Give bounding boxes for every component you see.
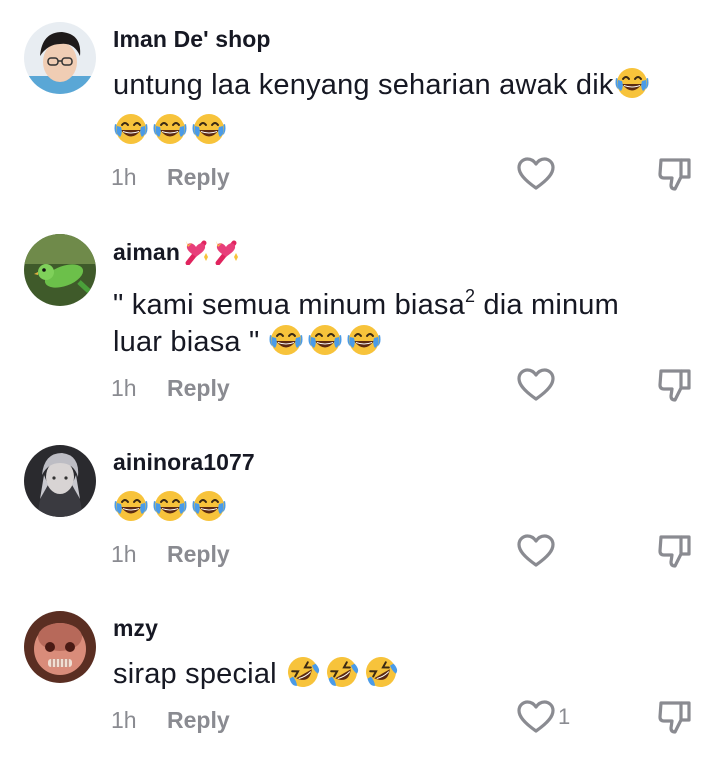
timestamp: 1h xyxy=(111,375,137,401)
thumbs-down-outline-icon[interactable] xyxy=(657,367,693,403)
reply-button[interactable]: Reply xyxy=(167,375,230,402)
username[interactable]: Iman De' shop xyxy=(113,26,271,53)
comment-text: luar biasa " xyxy=(113,319,385,365)
reply-button[interactable]: Reply xyxy=(167,707,230,734)
timestamp: 1h xyxy=(111,707,137,733)
rolling-on-floor-laughing-icon xyxy=(285,655,321,689)
comment-text: sirap special xyxy=(113,651,402,697)
reply-button[interactable]: Reply xyxy=(167,164,230,191)
comment-text-line: untung laa kenyang seharian awak dik xyxy=(113,69,614,101)
face-with-tears-of-joy-icon xyxy=(152,489,188,523)
timestamp: 1h xyxy=(111,164,137,190)
face-with-tears-of-joy-icon xyxy=(268,323,304,357)
username[interactable]: mzy xyxy=(113,615,158,642)
avatar[interactable] xyxy=(24,445,96,517)
username[interactable]: aiman xyxy=(113,237,240,266)
comment-text-line: " kami semua minum biasa xyxy=(113,289,465,321)
rolling-on-floor-laughing-icon xyxy=(324,655,360,689)
face-with-tears-of-joy-icon xyxy=(307,323,343,357)
timestamp: 1h xyxy=(111,541,137,567)
avatar[interactable] xyxy=(24,22,96,94)
comment-text-line: dia minum xyxy=(475,289,619,321)
avatar[interactable] xyxy=(24,234,96,306)
thumbs-down-outline-icon[interactable] xyxy=(657,533,693,569)
like-count: 1 xyxy=(558,704,571,729)
comment-text xyxy=(113,485,230,531)
comment-text: untung laa kenyang seharian awak dik xyxy=(113,62,653,108)
face-with-tears-of-joy-icon xyxy=(113,489,149,523)
face-with-tears-of-joy-icon xyxy=(346,323,382,357)
rolling-on-floor-laughing-icon xyxy=(363,655,399,689)
face-with-tears-of-joy-icon xyxy=(152,112,188,146)
superscript: 2 xyxy=(464,286,476,306)
reply-button[interactable]: Reply xyxy=(167,541,230,568)
thumbs-down-outline-icon[interactable] xyxy=(657,156,693,192)
heart-outline-icon[interactable] xyxy=(517,157,555,191)
heart-outline-icon[interactable] xyxy=(517,534,555,568)
face-with-tears-of-joy-icon xyxy=(614,66,650,100)
comment-text xyxy=(113,108,230,154)
avatar[interactable] xyxy=(24,611,96,683)
thumbs-down-outline-icon[interactable] xyxy=(657,699,693,735)
comment-text-line: sirap special xyxy=(113,658,286,690)
sparkling-heart-emoji-icon xyxy=(212,237,240,265)
heart-outline-icon[interactable] xyxy=(517,368,555,402)
username-text: aiman xyxy=(113,239,180,265)
username[interactable]: aininora1077 xyxy=(113,449,255,476)
sparkling-heart-emoji-icon xyxy=(182,237,210,265)
face-with-tears-of-joy-icon xyxy=(191,112,227,146)
face-with-tears-of-joy-icon xyxy=(113,112,149,146)
heart-outline-icon[interactable] xyxy=(517,700,555,734)
face-with-tears-of-joy-icon xyxy=(191,489,227,523)
comment-text-line: luar biasa " xyxy=(113,326,268,358)
